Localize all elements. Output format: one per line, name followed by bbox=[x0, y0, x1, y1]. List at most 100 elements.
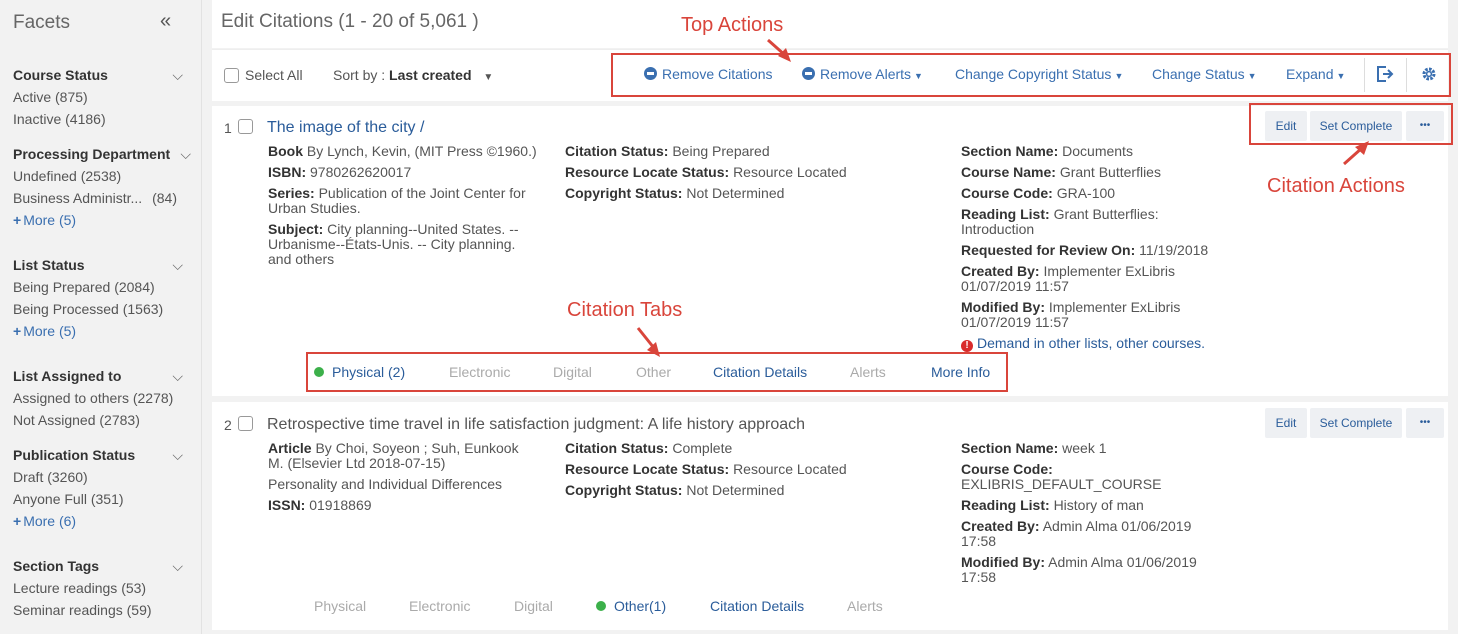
facet-title-section-tags[interactable]: Section Tags ⌵ bbox=[13, 555, 183, 577]
facet-item[interactable]: Undefined (2538) bbox=[13, 165, 183, 187]
plus-icon: + bbox=[13, 513, 22, 529]
citation-title[interactable]: Retrospective time travel in life satisf… bbox=[267, 416, 805, 434]
citation-course-info: Section Name: week 1 Course Code: EXLIBRI… bbox=[961, 440, 1197, 585]
facet-item[interactable]: Seminar readings (59) bbox=[13, 599, 183, 621]
annotation-arrow-icon bbox=[636, 327, 660, 357]
tab-digital[interactable]: Digital bbox=[553, 364, 592, 380]
tab-other[interactable]: Other bbox=[636, 364, 671, 380]
caret-down-icon: ▼ bbox=[1247, 71, 1257, 81]
citation-checkbox[interactable] bbox=[238, 119, 253, 134]
citation-bib-info: Book By Lynch, Kevin, (MIT Press ©1960.)… bbox=[268, 143, 537, 267]
facet-item[interactable]: Being Prepared (2084) bbox=[13, 276, 183, 298]
annotation-citation-tabs: Citation Tabs bbox=[567, 299, 683, 321]
facet-title-processing-department[interactable]: Processing Department ⌵ bbox=[13, 143, 191, 165]
citation-card: 2 Retrospective time travel in life sati… bbox=[212, 402, 1448, 630]
select-all[interactable]: Select All bbox=[224, 67, 303, 83]
facet-item[interactable]: Business Administr... (84) bbox=[13, 187, 183, 209]
chevron-down-icon[interactable]: ⌵ bbox=[172, 444, 183, 466]
facet-course-status: Course Status ⌵ Active (875) Inactive (41… bbox=[13, 64, 183, 130]
citation-checkbox[interactable] bbox=[238, 416, 253, 431]
facet-item[interactable]: Being Processed (1563) bbox=[13, 298, 183, 320]
tab-more-info[interactable]: More Info bbox=[931, 364, 990, 380]
tab-alerts[interactable]: Alerts bbox=[847, 598, 883, 614]
tab-electronic[interactable]: Electronic bbox=[449, 364, 510, 380]
chevron-down-icon[interactable]: ⌵ bbox=[172, 365, 183, 387]
gear-icon[interactable] bbox=[1421, 66, 1437, 82]
set-complete-button[interactable]: Set Complete bbox=[1310, 111, 1402, 141]
facet-list-status: List Status ⌵ Being Prepared (2084) Being… bbox=[13, 254, 183, 342]
facet-list-assigned: List Assigned to ⌵ Assigned to others (22… bbox=[13, 365, 183, 431]
tab-alerts[interactable]: Alerts bbox=[850, 364, 886, 380]
expand-button[interactable]: Expand ▼ bbox=[1286, 66, 1345, 82]
facet-item[interactable]: Assigned to others (2278) bbox=[13, 387, 183, 409]
more-link[interactable]: + More (5) bbox=[13, 209, 183, 231]
more-link[interactable]: + More (5) bbox=[13, 320, 183, 342]
citation-title[interactable]: The image of the city / bbox=[267, 119, 424, 137]
facet-item[interactable]: Not Assigned (2783) bbox=[13, 409, 183, 431]
citation-status-info: Citation Status: Complete Resource Locat… bbox=[565, 440, 847, 498]
chevron-down-icon[interactable]: ⌵ bbox=[172, 555, 183, 577]
tab-citation-details[interactable]: Citation Details bbox=[710, 598, 804, 614]
facet-title-list-status[interactable]: List Status ⌵ bbox=[13, 254, 183, 276]
change-copyright-status-button[interactable]: Change Copyright Status ▼ bbox=[955, 66, 1123, 82]
sort-by-label: Sort by : bbox=[333, 67, 386, 83]
facet-title-publication-status[interactable]: Publication Status ⌵ bbox=[13, 444, 183, 466]
edit-button[interactable]: Edit bbox=[1265, 111, 1307, 141]
facet-item[interactable]: Anyone Full (351) bbox=[13, 488, 183, 510]
demand-link[interactable]: ! Demand in other lists, other courses. bbox=[961, 336, 1221, 352]
caret-down-icon: ▼ bbox=[483, 72, 494, 83]
select-all-label: Select All bbox=[245, 67, 303, 83]
tab-digital[interactable]: Digital bbox=[514, 598, 553, 614]
citation-course-info: Section Name: Documents Course Name: Gra… bbox=[961, 144, 1221, 358]
facets-title: Facets bbox=[13, 12, 71, 33]
annotation-top-actions: Top Actions bbox=[681, 14, 784, 36]
change-status-button[interactable]: Change Status ▼ bbox=[1152, 66, 1257, 82]
citation-bib-info: Article By Choi, Soyeon ; Suh, Eunkook M… bbox=[268, 440, 519, 513]
tab-electronic[interactable]: Electronic bbox=[409, 598, 470, 614]
sort-by-dropdown[interactable]: Sort by : Last created ▼ bbox=[333, 67, 493, 83]
citation-number: 1 bbox=[224, 120, 232, 136]
citation-tabs: Physical Electronic Digital Other(1) Cit… bbox=[314, 598, 1014, 620]
tab-physical[interactable]: Physical (2) bbox=[314, 364, 405, 380]
facet-title-course-status[interactable]: Course Status ⌵ bbox=[13, 64, 183, 86]
toolbar-divider bbox=[1406, 58, 1407, 92]
warning-icon: ! bbox=[961, 340, 973, 352]
minus-circle-icon bbox=[802, 67, 815, 80]
set-complete-button[interactable]: Set Complete bbox=[1310, 408, 1402, 438]
citation-tabs: Physical (2) Electronic Digital Other Ci… bbox=[314, 364, 1004, 386]
annotation-citation-actions: Citation Actions bbox=[1267, 175, 1405, 197]
facet-item[interactable]: Lecture readings (53) bbox=[13, 577, 183, 599]
more-actions-button[interactable]: ••• bbox=[1406, 408, 1444, 438]
tab-citation-details[interactable]: Citation Details bbox=[713, 364, 807, 380]
facet-item[interactable]: Active (875) bbox=[13, 86, 183, 108]
edit-button[interactable]: Edit bbox=[1265, 408, 1307, 438]
status-dot-icon bbox=[314, 367, 324, 377]
page-title: Edit Citations (1 - 20 of 5,061 ) bbox=[221, 11, 479, 32]
facets-sidebar: Facets « Course Status ⌵ Active (875) Ina… bbox=[0, 0, 202, 634]
tab-other[interactable]: Other(1) bbox=[596, 598, 666, 614]
caret-down-icon: ▼ bbox=[1114, 71, 1124, 81]
toolbar-divider bbox=[1364, 58, 1365, 92]
tab-physical[interactable]: Physical bbox=[314, 598, 366, 614]
more-link[interactable]: + More (6) bbox=[13, 510, 183, 532]
plus-icon: + bbox=[13, 212, 22, 228]
annotation-arrow-icon bbox=[1343, 141, 1369, 166]
chevron-down-icon[interactable]: ⌵ bbox=[172, 254, 183, 276]
plus-icon: + bbox=[13, 323, 22, 339]
status-dot-icon bbox=[596, 601, 606, 611]
facet-publication-status: Publication Status ⌵ Draft (3260) Anyone … bbox=[13, 444, 183, 532]
remove-citations-button[interactable]: Remove Citations bbox=[644, 66, 773, 82]
remove-alerts-button[interactable]: Remove Alerts ▼ bbox=[802, 66, 923, 82]
export-icon[interactable] bbox=[1376, 65, 1394, 83]
select-all-checkbox[interactable] bbox=[224, 67, 239, 83]
facet-title-list-assigned[interactable]: List Assigned to ⌵ bbox=[13, 365, 183, 387]
annotation-arrow-icon bbox=[767, 38, 791, 62]
minus-circle-icon bbox=[644, 67, 657, 80]
more-actions-button[interactable]: ••• bbox=[1406, 111, 1444, 141]
facet-item[interactable]: Draft (3260) bbox=[13, 466, 183, 488]
facet-item[interactable]: Inactive (4186) bbox=[13, 108, 183, 130]
chevron-down-icon[interactable]: ⌵ bbox=[172, 64, 183, 86]
chevron-down-icon[interactable]: ⌵ bbox=[180, 143, 191, 165]
caret-down-icon: ▼ bbox=[1336, 71, 1346, 81]
collapse-sidebar-icon[interactable]: « bbox=[160, 10, 171, 33]
